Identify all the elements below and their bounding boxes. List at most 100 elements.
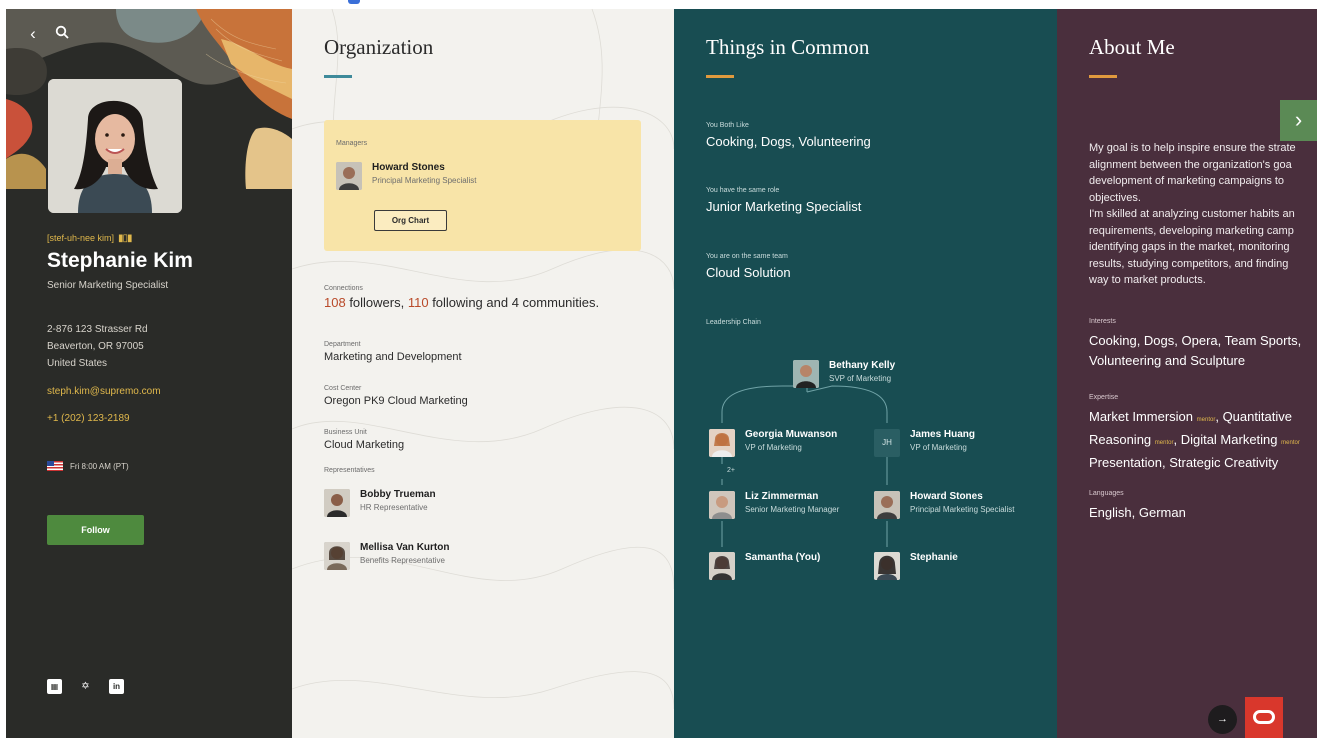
name-pronunciation: [stef-uh-nee kim] ▮▯▮ — [47, 233, 133, 244]
languages-label: Languages — [1089, 490, 1124, 497]
expertise-line: Market Immersion mentor, Quantitative — [1089, 407, 1300, 430]
address-line: 2-876 123 Strasser Rd — [47, 324, 148, 335]
chain-avatar — [793, 360, 819, 388]
department-field: Department Marketing and Development — [324, 341, 462, 363]
chain-person[interactable]: Georgia Muwanson VP of Marketing — [709, 429, 837, 457]
connections-summary[interactable]: 108 followers, 110 following and 4 commu… — [324, 295, 599, 310]
communities-count: 4 — [511, 295, 519, 310]
followers-text: followers, — [345, 295, 408, 310]
email-link[interactable]: steph.kim@supremo.com — [47, 386, 161, 397]
representative-name: Mellisa Van Kurton — [360, 542, 450, 553]
manager-role: Principal Marketing Specialist — [372, 176, 477, 185]
about-me-column: About Me My goal is to help inspire ensu… — [1057, 9, 1317, 738]
address-line: United States — [47, 358, 108, 369]
chain-person[interactable]: Samantha (You) — [709, 552, 820, 580]
representative-role: HR Representative — [360, 503, 428, 512]
chain-avatar — [709, 429, 735, 457]
interests-line: Cooking, Dogs, Opera, Team Sports, — [1089, 333, 1302, 348]
profile-panel: ‹ [stef-uh-nee kim] ▮▯▮ Stephanie Kim Sen… — [6, 9, 292, 738]
representative-role: Benefits Representative — [360, 556, 445, 565]
following-count: 110 — [407, 295, 429, 310]
chain-name: James Huang — [910, 429, 976, 440]
follow-button[interactable]: Follow — [47, 515, 144, 545]
arrow-right-icon[interactable]: → — [1208, 705, 1237, 734]
bio-line: results, studying competitors, and findi… — [1089, 257, 1289, 270]
chain-name: Howard Stones — [910, 491, 983, 502]
address-line: Beaverton, OR 97005 — [47, 341, 144, 352]
department-label: Department — [324, 341, 361, 348]
chain-role: VP of Marketing — [910, 443, 967, 452]
chain-name: Stephanie — [910, 552, 958, 563]
linkedin-icon[interactable]: in — [109, 679, 124, 694]
managers-label: Managers — [336, 140, 368, 147]
manager-avatar — [336, 162, 362, 190]
mentor-badge: mentor — [1196, 417, 1216, 423]
back-icon[interactable]: ‹ — [22, 23, 44, 45]
chain-person[interactable]: Stephanie — [874, 552, 958, 580]
org-chart-button[interactable]: Org Chart — [374, 210, 447, 231]
chain-name: Liz Zimmerman — [745, 491, 819, 502]
bio-line: alignment between the organization's goa — [1089, 158, 1292, 171]
profile-name: Stephanie Kim — [47, 249, 193, 272]
mentor-badge: mentor — [1281, 440, 1300, 446]
sound-wave-icon[interactable]: ▮▯▮ — [118, 233, 132, 244]
chain-avatar — [709, 552, 735, 580]
phone-link[interactable]: +1 (202) 123-2189 — [47, 413, 130, 424]
chain-name: Bethany Kelly — [829, 360, 896, 371]
manager-item[interactable]: Howard Stones Principal Marketing Specia… — [336, 162, 477, 190]
expertise-label: Expertise — [1089, 394, 1119, 401]
chain-skip-count[interactable]: 2+ — [727, 467, 735, 474]
connections-field: Connections 108 followers, 110 following… — [324, 285, 599, 310]
chain-role: SVP of Marketing — [829, 374, 892, 383]
representative-avatar — [324, 489, 350, 517]
chain-name: Georgia Muwanson — [745, 429, 838, 440]
expertise-item: , Quantitative — [1215, 409, 1292, 424]
aboutme-icon[interactable]: ▦ — [47, 679, 62, 694]
us-flag-icon — [47, 461, 63, 471]
top-strip — [0, 0, 1323, 9]
tab-indicator — [348, 0, 360, 4]
business-unit-value: Cloud Marketing — [324, 439, 405, 451]
about-bio: My goal is to help inspire ensure the st… — [1089, 140, 1317, 289]
chain-person[interactable]: JH James Huang VP of Marketing — [874, 429, 975, 457]
expertise-item: Reasoning — [1089, 432, 1152, 447]
representative-avatar — [324, 542, 350, 570]
communities-text: communities. — [518, 295, 600, 310]
bio-line: way to market products. — [1089, 274, 1206, 286]
chain-person[interactable]: Liz Zimmerman Senior Marketing Manager — [709, 491, 839, 519]
chain-person-top[interactable]: Bethany Kelly SVP of Marketing — [793, 360, 895, 388]
pronunciation-text: [stef-uh-nee kim] — [47, 233, 115, 243]
representative-item[interactable]: Bobby Trueman HR Representative — [324, 489, 436, 517]
chevron-right-icon[interactable]: › — [1280, 100, 1317, 141]
connections-label: Connections — [324, 285, 363, 292]
organization-heading: Organization — [324, 35, 434, 59]
social-links: ▦ ✡ in — [47, 679, 124, 694]
cost-center-field: Cost Center Oregon PK9 Cloud Marketing — [324, 385, 468, 407]
oracle-logo-icon[interactable] — [1245, 697, 1283, 738]
languages-value: English, German — [1089, 505, 1186, 520]
languages-section: Languages English, German — [1089, 490, 1186, 523]
bio-line: objectives. — [1089, 191, 1141, 204]
profile-avatar — [48, 79, 182, 213]
things-in-common-column: Things in Common You Both Like Cooking, … — [674, 9, 1057, 738]
manager-name: Howard Stones — [372, 162, 445, 173]
heading-underline — [1089, 75, 1117, 78]
profile-address: 2-876 123 Strasser Rd Beaverton, OR 9700… — [47, 321, 148, 372]
search-icon[interactable] — [51, 23, 73, 45]
slack-icon[interactable]: ✡ — [78, 679, 93, 694]
chain-role: Principal Marketing Specialist — [910, 505, 1015, 514]
representatives-label: Representatives — [324, 467, 375, 474]
chain-person[interactable]: Howard Stones Principal Marketing Special… — [874, 491, 1015, 519]
business-unit-label: Business Unit — [324, 429, 367, 436]
expertise-line: Reasoning mentor, Digital Marketing ment… — [1089, 430, 1300, 453]
organization-column: Organization Managers Howard Stones Prin… — [292, 9, 674, 738]
bio-line: My goal is to help inspire ensure the st… — [1089, 142, 1296, 154]
expertise-item: , Digital Marketing — [1173, 432, 1278, 447]
profile-title: Senior Marketing Specialist — [47, 280, 169, 291]
representative-item[interactable]: Mellisa Van Kurton Benefits Representati… — [324, 542, 449, 570]
representatives-field: Representatives — [324, 467, 375, 477]
chain-initials-avatar: JH — [874, 429, 900, 457]
expertise-line: Presentation, Strategic Creativity — [1089, 455, 1279, 470]
followers-count: 108 — [324, 295, 346, 310]
bio-line: requirements, developing marketing camp — [1089, 224, 1294, 237]
